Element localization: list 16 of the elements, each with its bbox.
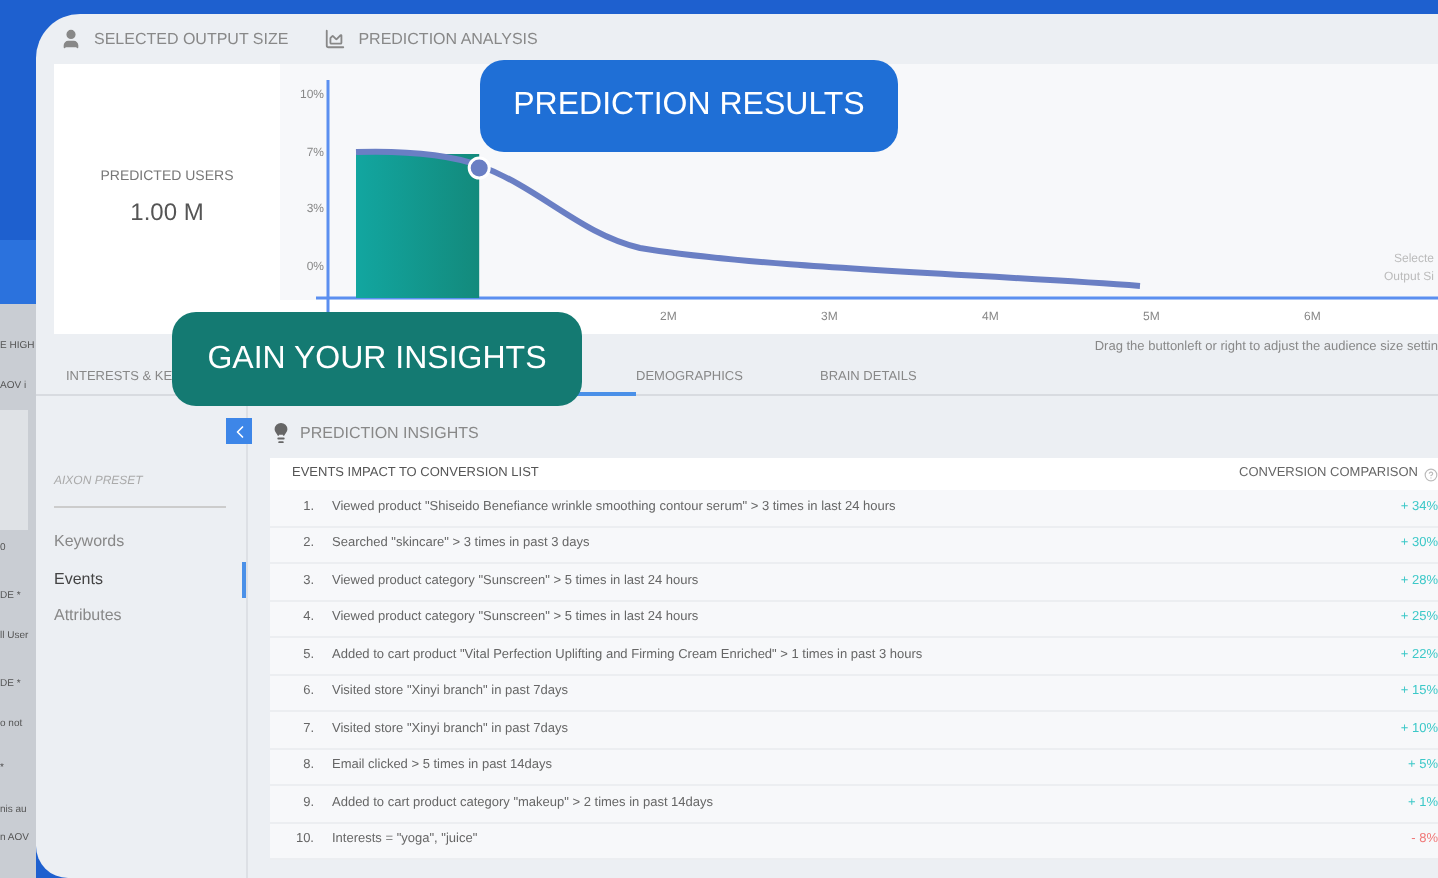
sidebar-item[interactable]: Keywords [54, 524, 246, 561]
person-icon [60, 28, 82, 50]
selected-area [356, 154, 480, 298]
help-icon [1424, 467, 1438, 481]
sidebar-item[interactable]: Events [54, 561, 246, 598]
section-title: SELECTED OUTPUT SIZE [94, 27, 289, 51]
callout-banner: GAIN YOUR INSIGHTS [172, 312, 582, 406]
lightbulb-icon [270, 422, 292, 444]
sidebar-item[interactable]: Attributes [54, 598, 246, 635]
chart-icon [324, 28, 347, 50]
collapse-button[interactable] [226, 418, 252, 444]
section-title: PREDICTION ANALYSIS [358, 27, 538, 51]
predicted-users-value: 1.00 M [130, 195, 204, 230]
insights-title: PREDICTION INSIGHTS [300, 421, 479, 445]
slider-handle[interactable] [467, 156, 491, 180]
callout-banner: PREDICTION RESULTS [480, 60, 898, 152]
